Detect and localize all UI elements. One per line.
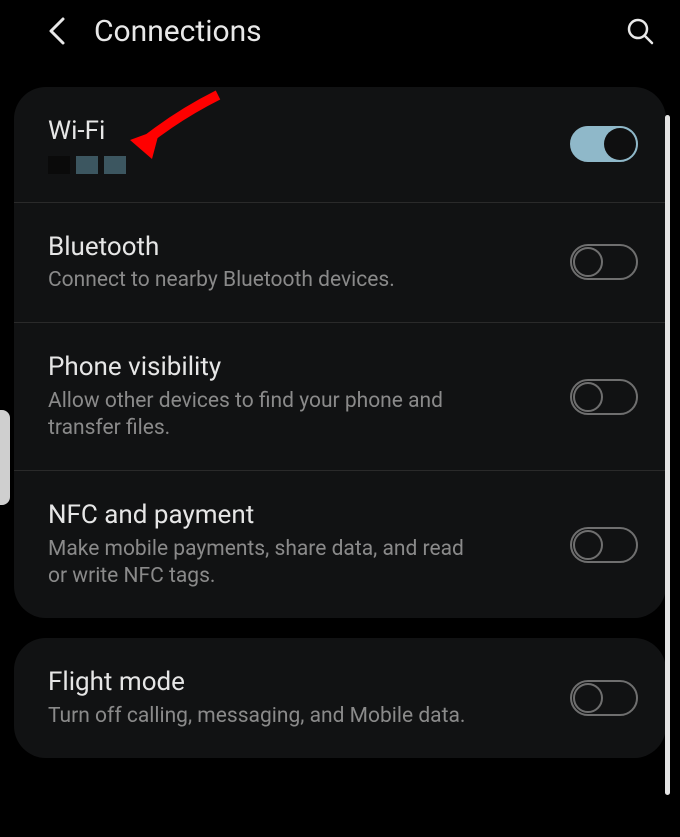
page-title: Connections [94, 14, 620, 49]
phone-visibility-toggle[interactable] [570, 379, 638, 415]
wifi-toggle[interactable] [570, 126, 638, 162]
setting-text: Flight mode Turn off calling, messaging,… [48, 666, 570, 730]
toggle-knob [573, 530, 603, 560]
edge-panel-handle[interactable] [0, 410, 10, 505]
setting-subtitle: Make mobile payments, share data, and re… [48, 536, 488, 591]
search-button[interactable] [620, 11, 660, 51]
wifi-network-redacted [48, 156, 554, 174]
setting-title: Bluetooth [48, 231, 554, 264]
settings-card-connections: Wi-Fi Bluetooth Connect to nearby Blueto… [14, 87, 666, 618]
toggle-knob [604, 128, 636, 160]
setting-title: Wi-Fi [48, 115, 554, 148]
setting-row-bluetooth[interactable]: Bluetooth Connect to nearby Bluetooth de… [14, 203, 666, 324]
settings-card-flight: Flight mode Turn off calling, messaging,… [14, 638, 666, 758]
setting-title: Phone visibility [48, 351, 554, 384]
toggle-knob [573, 683, 603, 713]
setting-subtitle: Turn off calling, messaging, and Mobile … [48, 703, 488, 730]
bluetooth-toggle[interactable] [570, 244, 638, 280]
setting-text: NFC and payment Make mobile payments, sh… [48, 499, 570, 590]
setting-text: Wi-Fi [48, 115, 570, 174]
toggle-knob [573, 247, 603, 277]
setting-subtitle: Connect to nearby Bluetooth devices. [48, 267, 488, 294]
setting-title: NFC and payment [48, 499, 554, 532]
search-icon [625, 16, 655, 46]
setting-row-phone-visibility[interactable]: Phone visibility Allow other devices to … [14, 323, 666, 471]
setting-subtitle: Allow other devices to find your phone a… [48, 388, 488, 443]
back-button[interactable] [40, 14, 74, 48]
setting-row-wifi[interactable]: Wi-Fi [14, 87, 666, 203]
flight-mode-toggle[interactable] [570, 680, 638, 716]
nfc-toggle[interactable] [570, 527, 638, 563]
setting-title: Flight mode [48, 666, 554, 699]
chevron-left-icon [47, 16, 67, 46]
setting-text: Bluetooth Connect to nearby Bluetooth de… [48, 231, 570, 295]
setting-text: Phone visibility Allow other devices to … [48, 351, 570, 442]
setting-row-flight-mode[interactable]: Flight mode Turn off calling, messaging,… [14, 638, 666, 758]
scrollbar[interactable] [665, 115, 670, 795]
header: Connections [0, 0, 680, 62]
setting-row-nfc[interactable]: NFC and payment Make mobile payments, sh… [14, 471, 666, 618]
toggle-knob [573, 382, 603, 412]
